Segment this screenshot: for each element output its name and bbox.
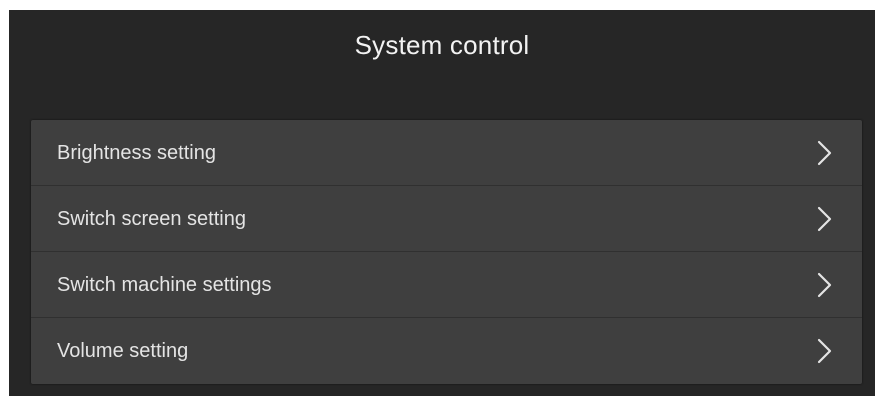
page-title: System control xyxy=(354,30,530,60)
chevron-right-icon xyxy=(817,272,832,298)
menu-item-brightness-setting[interactable]: Brightness setting xyxy=(31,120,862,186)
menu-item-label: Volume setting xyxy=(57,340,189,362)
settings-menu: Brightness setting Switch screen setting… xyxy=(31,120,862,384)
menu-item-switch-screen-setting[interactable]: Switch screen setting xyxy=(31,186,862,252)
chevron-right-icon xyxy=(817,206,832,232)
menu-item-label: Switch machine settings xyxy=(57,274,272,296)
menu-item-label: Switch screen setting xyxy=(57,208,246,230)
system-control-screen: System control Brightness setting Switch… xyxy=(9,10,875,396)
chevron-right-icon xyxy=(817,338,832,364)
menu-item-switch-machine-settings[interactable]: Switch machine settings xyxy=(31,252,862,318)
menu-item-label: Brightness setting xyxy=(57,142,216,164)
menu-item-volume-setting[interactable]: Volume setting xyxy=(31,318,862,384)
chevron-right-icon xyxy=(817,140,832,166)
